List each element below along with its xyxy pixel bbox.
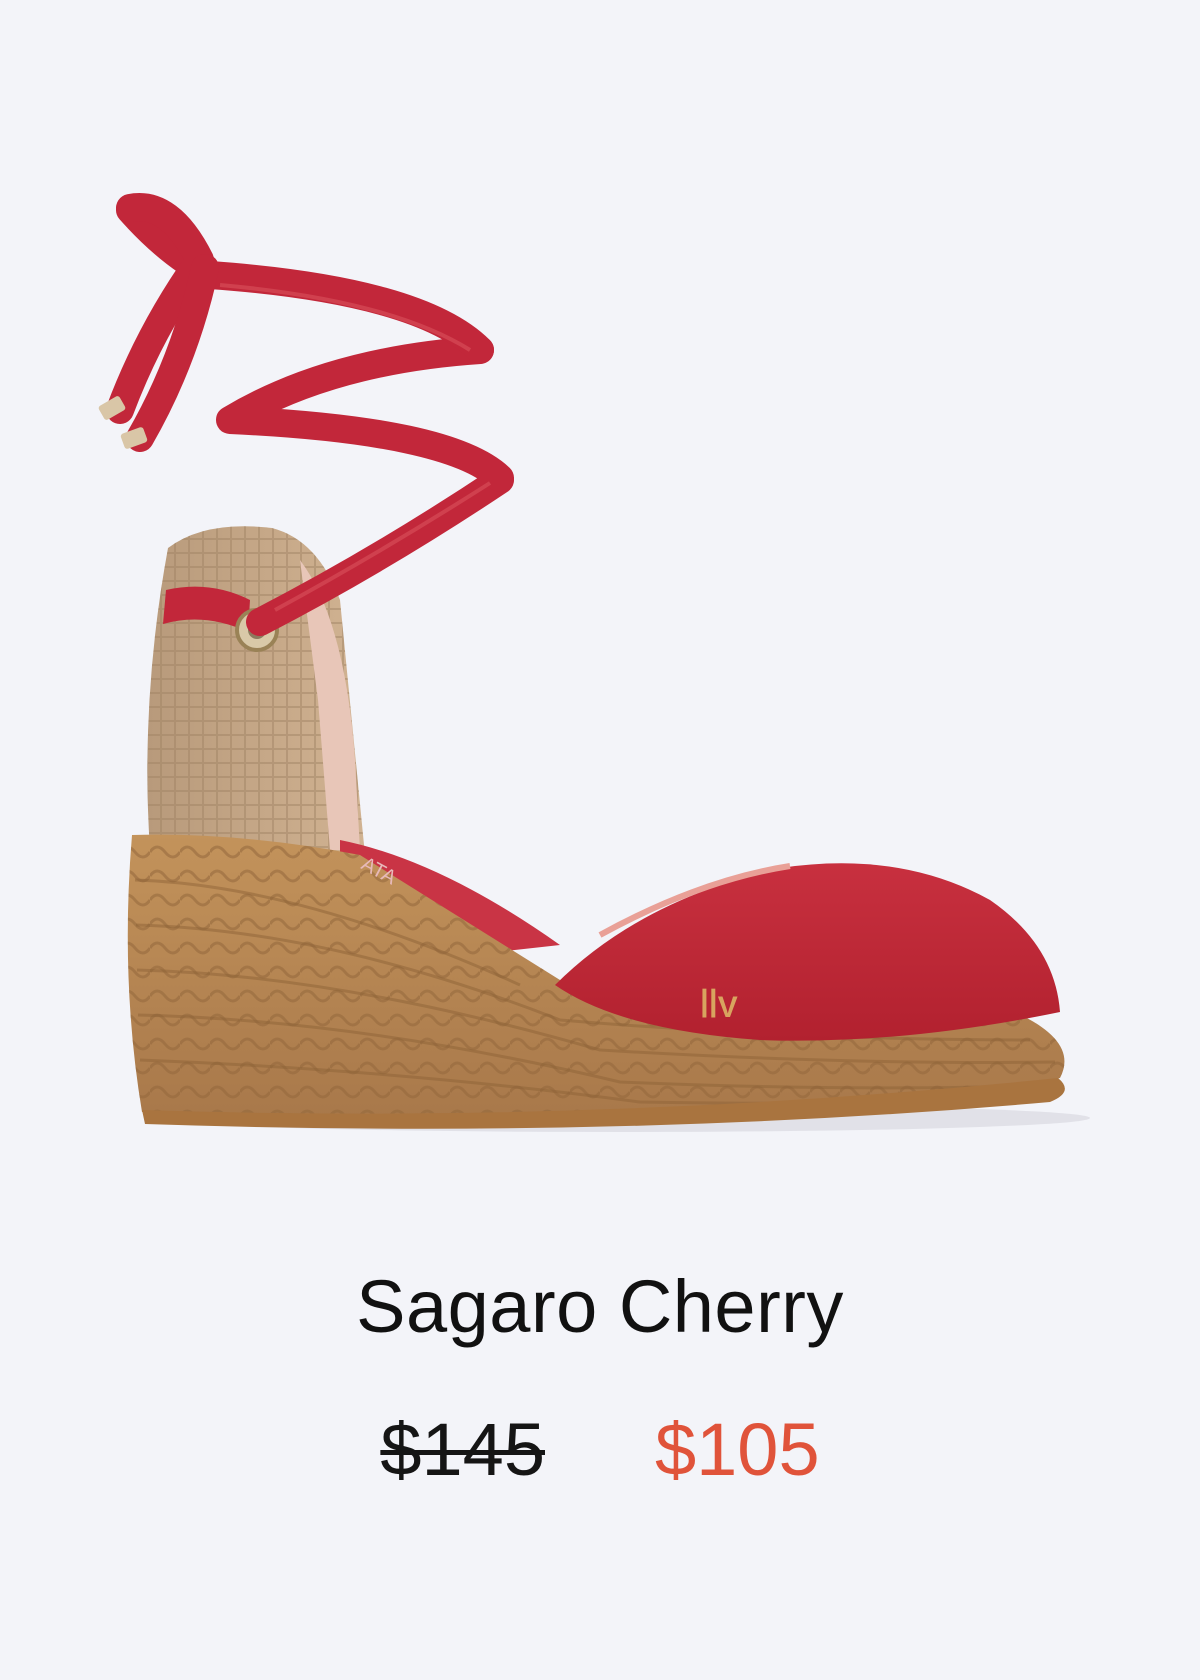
canvas-vamp[interactable]	[555, 863, 1060, 1041]
product-card[interactable]: ꟾꟾV ATA Sagaro Cherry $145 $105	[0, 0, 1200, 1680]
sale-price: $105	[655, 1408, 820, 1491]
brand-mark-icon: ꟾꟾV	[700, 988, 738, 1024]
product-name[interactable]: Sagaro Cherry	[0, 1262, 1200, 1352]
price-row: $145 $105	[0, 1405, 1200, 1495]
espadrille-wedge-image[interactable]: ꟾꟾV ATA	[0, 0, 1200, 1200]
original-price: $145	[380, 1408, 545, 1491]
